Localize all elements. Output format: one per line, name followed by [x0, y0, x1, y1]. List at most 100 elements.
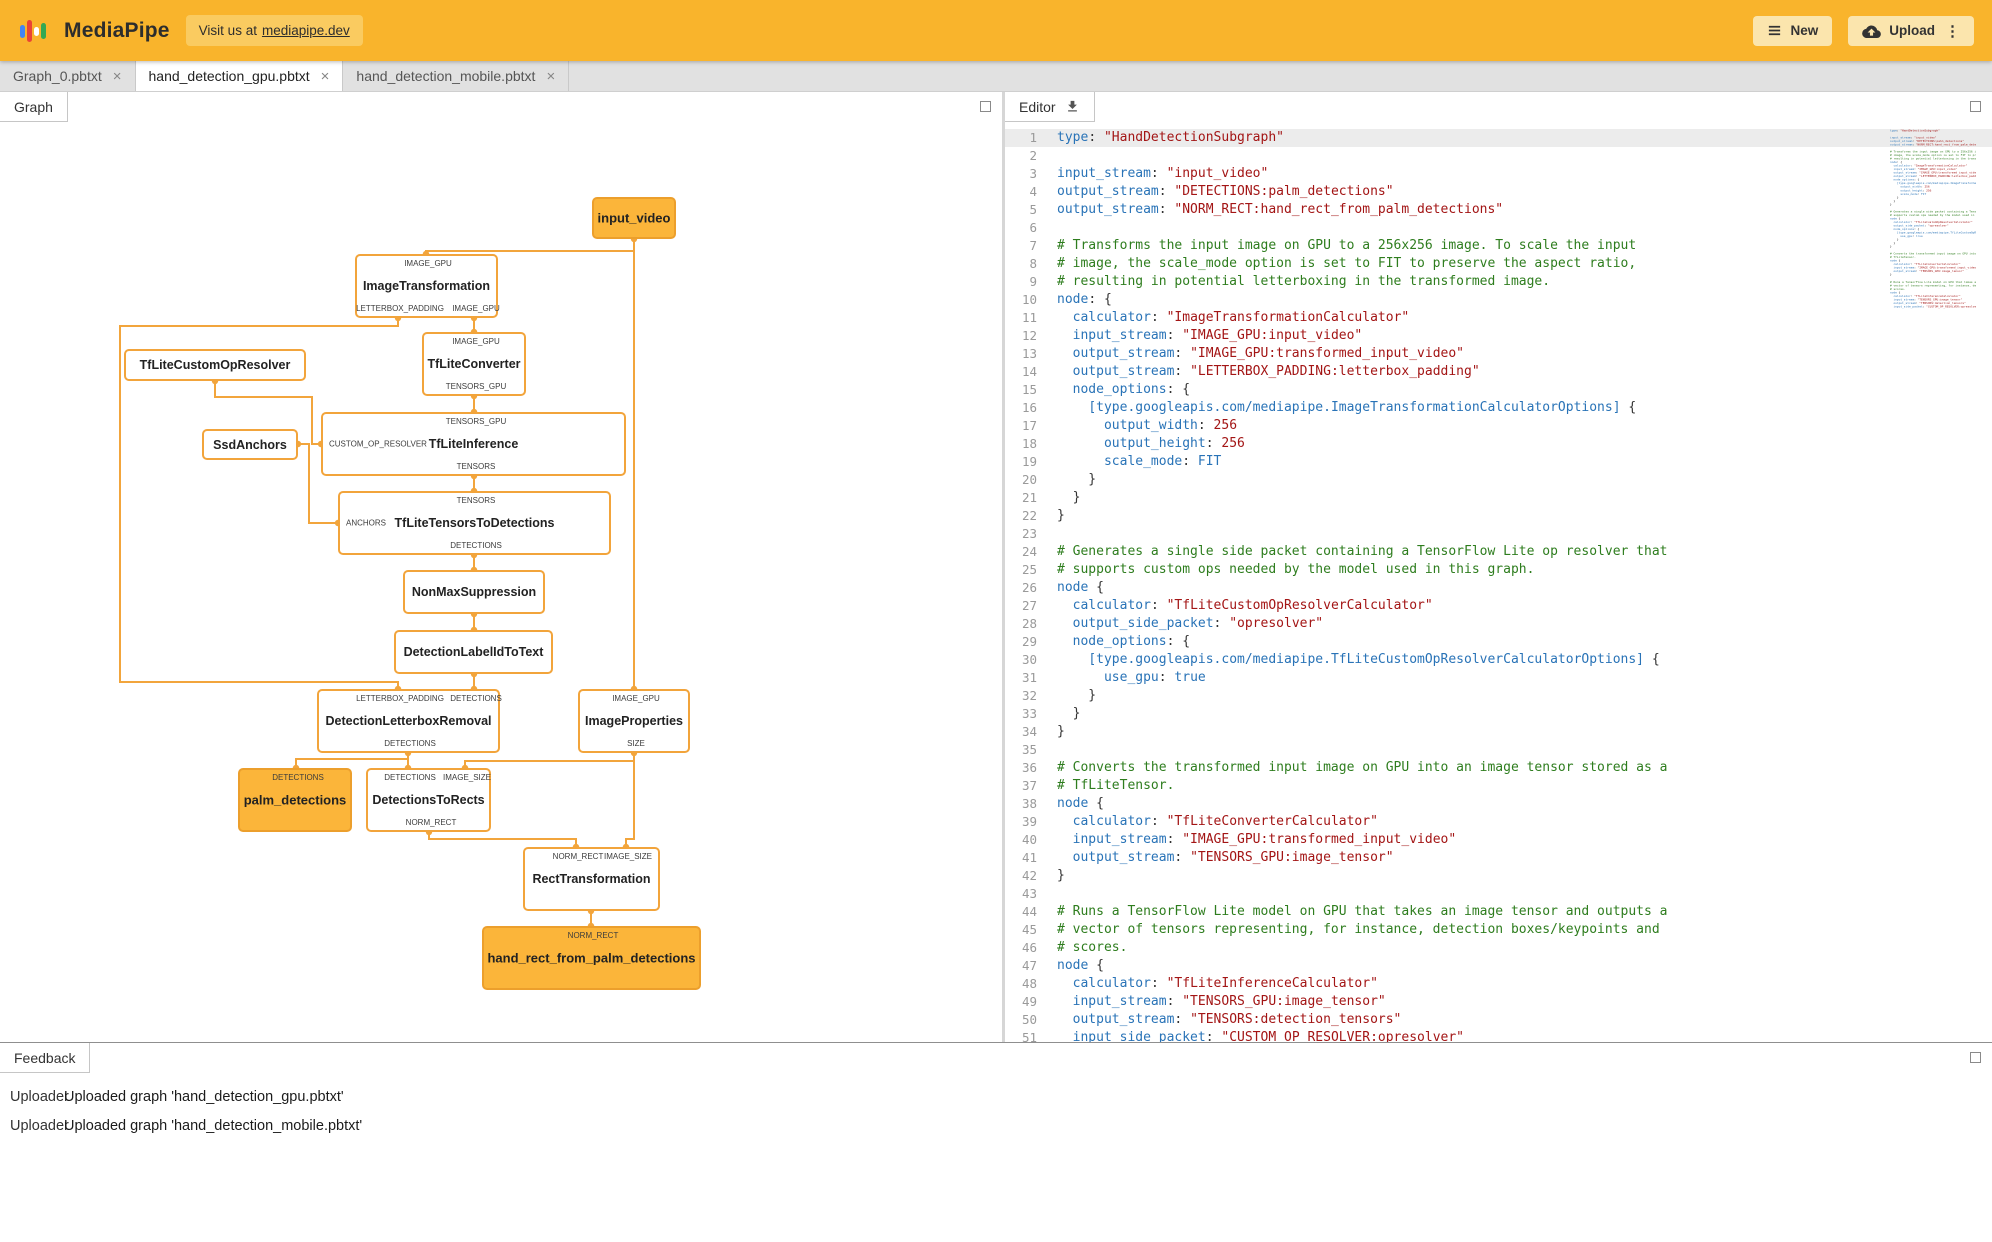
port-label: DETECTIONS	[384, 773, 436, 782]
node-title: TfLiteInference	[428, 437, 519, 451]
feedback-row: Uploader Uploaded graph 'hand_detection_g…	[0, 1082, 1992, 1111]
graph-node-DetectionLabelIdToText[interactable]: DetectionLabelIdToText	[394, 630, 553, 674]
code-line: 6	[1005, 219, 1992, 237]
graph-node-NonMaxSuppression[interactable]: NonMaxSuppression	[403, 570, 545, 614]
file-tab-label: hand_detection_mobile.pbtxt	[356, 68, 536, 84]
code-line: 19 scale_mode: FIT	[1005, 453, 1992, 471]
line-text: # vector of tensors representing, for in…	[1057, 922, 1660, 937]
graph-popout-icon[interactable]	[980, 101, 991, 112]
visit-link[interactable]: mediapipe.dev	[262, 23, 350, 38]
line-number: 35	[1021, 742, 1037, 757]
editor-panel-header: Editor	[1005, 92, 1992, 122]
line-number: 13	[1021, 346, 1037, 361]
graph-node-palm_detections[interactable]: DETECTIONS palm_detections	[238, 768, 352, 832]
graph-node-RectTransformation[interactable]: NORM_RECT IMAGE_SIZE RectTransformation	[523, 847, 660, 911]
line-number: 17	[1021, 418, 1037, 433]
line-text: # Generates a single side packet contain…	[1057, 544, 1668, 559]
line-text: output_height: 256	[1103, 436, 1245, 451]
code-line: 15 node_options: {	[1005, 381, 1992, 399]
tab-close-icon[interactable]: ×	[113, 69, 122, 84]
code-line: 22}	[1005, 507, 1992, 525]
line-text: node_options: {	[1072, 634, 1191, 649]
line-number: 48	[1021, 976, 1037, 991]
graph-node-TfLiteTensorsToDetections[interactable]: TENSORS DETECTIONS ANCHORS TfLiteTensorsToD…	[338, 491, 611, 555]
code-line: 10 node: {	[1005, 291, 1992, 309]
minimap-content: type: "HandDetectionSubgraph" input_stre…	[1890, 129, 1976, 309]
app-title: MediaPipe	[64, 18, 170, 42]
line-number: 34	[1021, 724, 1037, 739]
feedback-panel-header: Feedback	[0, 1043, 1992, 1073]
tab-close-icon[interactable]: ×	[546, 69, 555, 84]
code-area[interactable]: 1 type: "HandDetectionSubgraph" 2 3 input_st…	[1005, 129, 1992, 1042]
graph-node-DetectionLetterboxRemoval[interactable]: LETTERBOX_PADDING DETECTIONS DETECTIONS Det…	[317, 689, 502, 753]
graph-node-input_video[interactable]: input_video	[592, 197, 676, 239]
graph-node-SsdAnchors[interactable]: SsdAnchors	[202, 429, 298, 460]
line-number: 25	[1021, 562, 1037, 577]
graph-tab[interactable]: Graph	[0, 92, 68, 122]
line-number: 24	[1021, 544, 1037, 559]
graph-node-TfLiteConverter[interactable]: IMAGE_GPU TENSORS_GPU TfLiteConverter	[422, 332, 526, 396]
editor-body[interactable]: 1 type: "HandDetectionSubgraph" 2 3 input_st…	[1005, 122, 1992, 1042]
code-line: 47 node {	[1005, 957, 1992, 975]
line-text: # supports custom ops needed by the mode…	[1057, 562, 1535, 577]
graph-canvas[interactable]: input_video IMAGE_GPU LETTERBOX_PADDING IMA…	[0, 122, 1002, 1042]
code-line: 39 calculator: "TfLiteConverterCalculato…	[1005, 813, 1992, 831]
main-area: Graph input_video IMAGE_GPU LETTERBOX_PADD…	[0, 92, 1992, 1042]
download-icon[interactable]	[1065, 99, 1080, 114]
feedback-source: Uploader	[10, 1088, 69, 1105]
code-line: 28 output_side_packet: "opresolver"	[1005, 615, 1992, 633]
line-number: 33	[1021, 706, 1037, 721]
file-tab-bar: Graph_0.pbtxt × hand_detection_gpu.pbtxt × h…	[0, 61, 1992, 92]
editor-tab[interactable]: Editor	[1005, 92, 1095, 122]
port-label: DETECTIONS	[272, 773, 324, 782]
upload-button[interactable]: Upload ⋮	[1848, 15, 1974, 46]
code-line: 11 calculator: "ImageTransformationCalcu…	[1005, 309, 1992, 327]
graph-node-ImageProperties[interactable]: IMAGE_GPU SIZE ImageProperties	[578, 689, 690, 753]
line-text: calculator: "TfLiteConverterCalculator"	[1072, 814, 1378, 829]
minimap[interactable]: type: "HandDetectionSubgraph" input_stre…	[1890, 129, 1976, 1029]
line-text: output_stream: "NORM_RECT:hand_rect_from…	[1057, 202, 1504, 217]
graph-node-hand_rect_from_palm_detections[interactable]: NORM_RECT hand_rect_from_palm_detections	[482, 926, 701, 990]
kebab-menu-icon[interactable]: ⋮	[1945, 22, 1960, 40]
graph-node-ImageTransformation[interactable]: IMAGE_GPU LETTERBOX_PADDING IMAGE_GPU Image…	[355, 254, 500, 318]
new-button[interactable]: New	[1753, 15, 1833, 46]
line-number: 19	[1021, 454, 1037, 469]
line-number: 26	[1021, 580, 1037, 595]
line-number: 43	[1021, 886, 1037, 901]
port-label: TENSORS_GPU	[445, 417, 507, 426]
code-line: 20 }	[1005, 471, 1992, 489]
line-number: 46	[1021, 940, 1037, 955]
code-line: 16 [type.googleapis.com/mediapipe.ImageT…	[1005, 399, 1992, 417]
port-label: TENSORS	[456, 462, 496, 471]
line-text: calculator: "TfLiteInferenceCalculator"	[1072, 976, 1378, 991]
line-text: output_side_packet: "opresolver"	[1072, 616, 1324, 631]
graph-node-DetectionsToRects[interactable]: DETECTIONS IMAGE_SIZE NORM_RECT DetectionsT…	[366, 768, 491, 832]
feedback-popout-icon[interactable]	[1970, 1052, 1981, 1063]
code-line: 12 input_stream: "IMAGE_GPU:input_video"	[1005, 327, 1992, 345]
port-label: IMAGE_GPU	[404, 259, 452, 268]
port-label: NORM_RECT	[567, 931, 619, 940]
line-text: node {	[1057, 580, 1104, 595]
feedback-tab[interactable]: Feedback	[0, 1043, 91, 1073]
line-text: }	[1057, 688, 1097, 703]
graph-node-TfLiteCustomOpResolver[interactable]: TfLiteCustomOpResolver	[124, 349, 306, 381]
line-number: 10	[1021, 292, 1037, 307]
line-number: 45	[1021, 922, 1037, 937]
editor-popout-icon[interactable]	[1970, 101, 1981, 112]
file-tab[interactable]: Graph_0.pbtxt ×	[0, 61, 136, 91]
file-tab[interactable]: hand_detection_gpu.pbtxt ×	[135, 61, 344, 91]
line-text: output_stream: "TENSORS:detection_tensor…	[1072, 1012, 1402, 1027]
node-title: ImageProperties	[585, 714, 683, 728]
line-number: 2	[1029, 148, 1037, 163]
tab-close-icon[interactable]: ×	[321, 69, 330, 84]
port-label: SIZE	[627, 739, 645, 748]
cloud-upload-icon	[1862, 25, 1882, 38]
line-number: 7	[1029, 238, 1037, 253]
file-tab[interactable]: hand_detection_mobile.pbtxt ×	[343, 61, 570, 91]
graph-node-TfLiteInference[interactable]: TENSORS_GPU TENSORS CUSTOM_OP_RESOLVER TfLi…	[321, 412, 626, 476]
line-number: 4	[1029, 184, 1037, 199]
line-number: 30	[1021, 652, 1037, 667]
node-title: DetectionsToRects	[372, 793, 485, 807]
port-label: NORM_RECT	[405, 818, 457, 827]
line-text: input_stream: "IMAGE_GPU:input_video"	[1072, 328, 1363, 343]
